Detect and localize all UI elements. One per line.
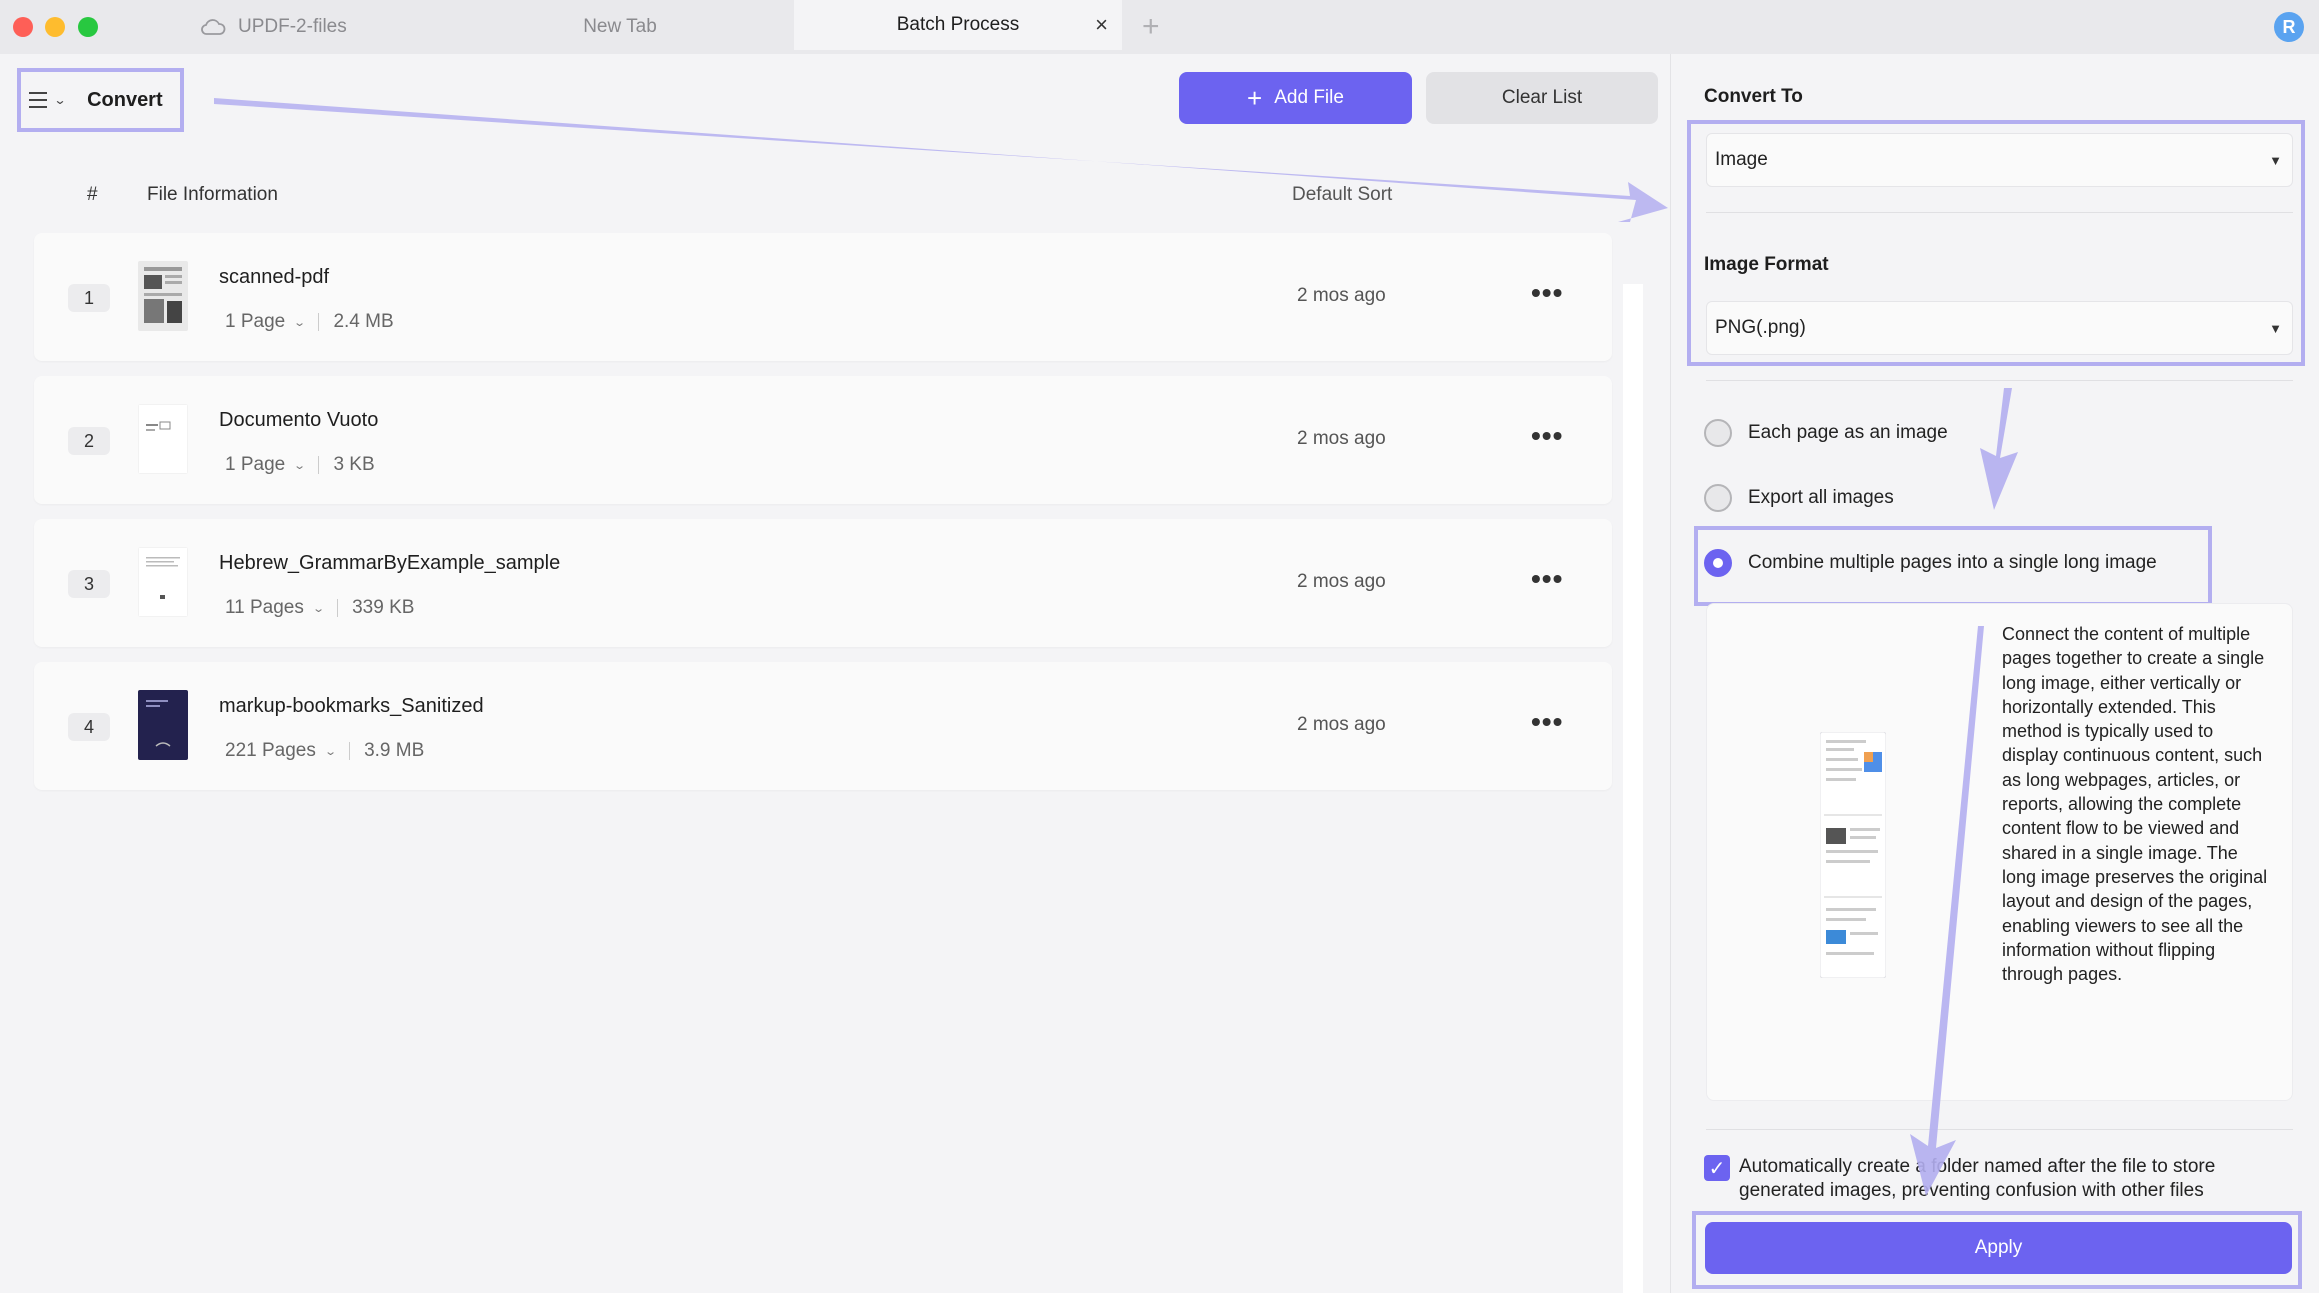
chevron-down-icon: ⌄ (324, 745, 337, 758)
menu-label: Convert (87, 88, 163, 111)
apply-button[interactable]: Apply (1705, 1222, 2292, 1274)
file-name: Documento Vuoto (219, 409, 379, 431)
modified-time: 2 mos ago (1297, 285, 1386, 306)
title-bar: UPDF-2-files New Tab Batch Process × + R (0, 0, 2319, 54)
caret-down-icon: ▼ (2269, 152, 2282, 168)
option-label: Each page as an image (1748, 422, 1948, 443)
table-row[interactable]: 2 Documento Vuoto 1 Page ⌄ 3 KB 2 mos ag… (34, 376, 1612, 504)
option-combine-pages[interactable]: Combine multiple pages into a single lon… (1704, 549, 2157, 577)
chevron-down-icon: ⌄ (293, 316, 307, 329)
more-options-icon[interactable]: ••• (1531, 420, 1563, 452)
radio-button[interactable] (1704, 419, 1732, 447)
modified-time: 2 mos ago (1297, 571, 1386, 592)
file-list: 1 scanned-pdf 1 Page ⌄ 2.4 MB 2 mos ago … (34, 233, 1612, 805)
page-count-dropdown[interactable]: 1 Page (225, 311, 285, 333)
option-description: Connect the content of multiple pages to… (2002, 624, 2268, 985)
file-thumbnail (138, 547, 188, 617)
convert-to-value: Image (1715, 149, 1768, 170)
image-format-select[interactable]: PNG(.png) ▼ (1706, 301, 2293, 355)
radio-button-selected[interactable] (1704, 549, 1732, 577)
auto-folder-label: Automatically create a folder named afte… (1739, 1156, 2216, 1201)
convert-to-label: Convert To (1704, 86, 1803, 107)
add-file-button[interactable]: + Add File (1179, 72, 1412, 124)
file-meta: 11 Pages ⌄ 339 KB (225, 597, 414, 619)
option-each-page[interactable]: Each page as an image (1704, 419, 1948, 447)
close-window-button[interactable] (13, 17, 33, 37)
row-number: 2 (68, 427, 110, 455)
file-thumbnail (138, 261, 188, 331)
more-options-icon[interactable]: ••• (1531, 277, 1563, 309)
file-thumbnail (138, 690, 188, 760)
file-thumbnail (138, 404, 188, 474)
column-header-file-info: File Information (147, 184, 278, 205)
radio-button[interactable] (1704, 484, 1732, 512)
avatar[interactable]: R (2274, 12, 2304, 42)
checkmark-icon: ✓ (1708, 1157, 1726, 1180)
page-count-dropdown[interactable]: 1 Page (225, 454, 285, 476)
caret-down-icon: ▼ (2269, 320, 2282, 336)
file-size: 3 KB (333, 454, 375, 475)
table-row[interactable]: 1 scanned-pdf 1 Page ⌄ 2.4 MB 2 mos ago … (34, 233, 1612, 361)
maximize-window-button[interactable] (78, 17, 98, 37)
long-image-preview-icon (1820, 732, 1886, 978)
hamburger-icon (29, 92, 49, 108)
table-row[interactable]: 4 markup-bookmarks_Sanitized 221 Pages ⌄… (34, 662, 1612, 790)
column-header-number: # (87, 184, 98, 205)
page-count-dropdown[interactable]: 11 Pages (225, 597, 304, 619)
auto-folder-checkbox[interactable]: ✓ (1704, 1155, 1730, 1181)
more-options-icon[interactable]: ••• (1531, 563, 1563, 595)
file-size: 339 KB (352, 597, 415, 618)
chevron-down-icon: ⌄ (53, 93, 67, 107)
convert-menu[interactable]: ⌄ Convert (17, 68, 184, 132)
scrollbar[interactable] (1623, 284, 1643, 1293)
file-list-pane: ⌄ Convert + Add File Clear List # File I… (0, 54, 1670, 1293)
row-number: 1 (68, 284, 110, 312)
chevron-down-icon: ⌄ (312, 602, 325, 615)
option-label: Combine multiple pages into a single lon… (1748, 552, 2157, 573)
file-meta: 1 Page ⌄ 3 KB (225, 454, 375, 476)
tab-label: Batch Process (896, 14, 1020, 35)
modified-time: 2 mos ago (1297, 428, 1386, 449)
divider (1706, 380, 2293, 381)
image-format-label: Image Format (1704, 254, 1829, 275)
page-count-dropdown[interactable]: 221 Pages (225, 740, 316, 762)
tab-label: New Tab (583, 16, 657, 37)
file-name: Hebrew_GrammarByExample_sample (219, 552, 561, 574)
new-tab-button[interactable]: + (1142, 10, 1160, 44)
tab-new-tab[interactable]: New Tab (520, 0, 720, 54)
cloud-icon (201, 19, 226, 35)
divider (1706, 212, 2293, 213)
file-meta: 221 Pages ⌄ 3.9 MB (225, 740, 424, 762)
file-name: scanned-pdf (219, 266, 330, 288)
plus-icon: + (1247, 83, 1263, 113)
convert-to-select[interactable]: Image ▼ (1706, 133, 2293, 187)
file-size: 2.4 MB (333, 311, 394, 332)
close-tab-icon[interactable]: × (1095, 12, 1108, 38)
tab-label: UPDF-2-files (238, 16, 347, 37)
option-label: Export all images (1748, 487, 1894, 508)
table-row[interactable]: 3 Hebrew_GrammarByExample_sample 11 Page… (34, 519, 1612, 647)
row-number: 4 (68, 713, 110, 741)
more-options-icon[interactable]: ••• (1531, 706, 1563, 738)
file-meta: 1 Page ⌄ 2.4 MB (225, 311, 394, 333)
image-format-value: PNG(.png) (1715, 317, 1806, 338)
add-file-label: Add File (1274, 87, 1344, 108)
divider (1706, 1129, 2293, 1130)
row-number: 3 (68, 570, 110, 598)
clear-list-button[interactable]: Clear List (1426, 72, 1658, 124)
file-size: 3.9 MB (364, 740, 425, 761)
modified-time: 2 mos ago (1297, 714, 1386, 735)
chevron-down-icon: ⌄ (293, 459, 307, 472)
file-name: markup-bookmarks_Sanitized (219, 695, 484, 717)
tab-batch-process[interactable]: Batch Process × (794, 0, 1122, 50)
tab-updf-files[interactable]: UPDF-2-files (200, 0, 440, 54)
minimize-window-button[interactable] (45, 17, 65, 37)
option-export-all[interactable]: Export all images (1704, 484, 1894, 512)
sort-dropdown[interactable]: Default Sort (1292, 184, 1392, 206)
